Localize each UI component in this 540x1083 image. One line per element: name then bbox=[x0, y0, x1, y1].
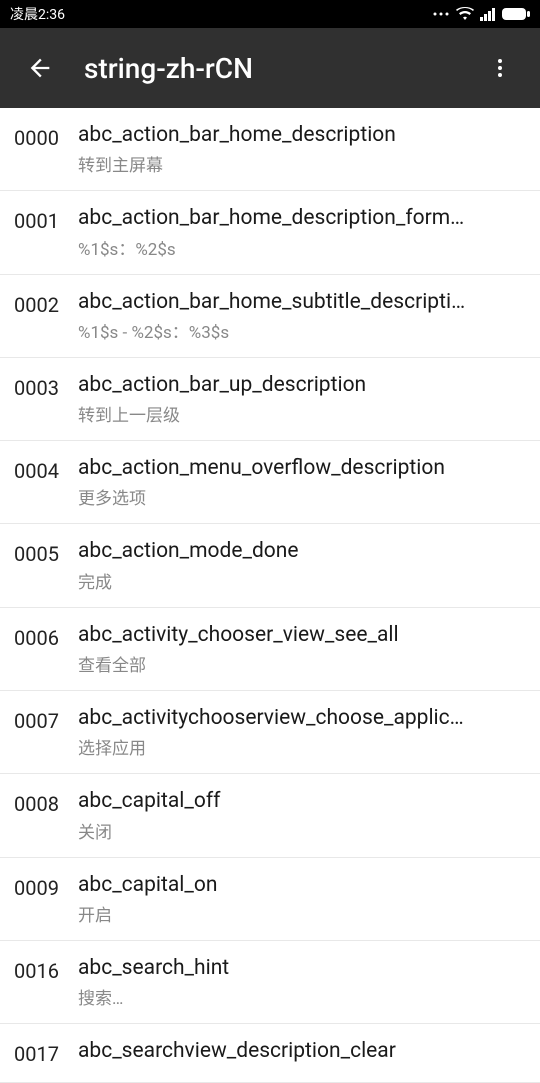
list-item[interactable]: 0017abc_searchview_description_clear bbox=[0, 1024, 540, 1082]
row-value: 开启 bbox=[78, 901, 526, 926]
list-item[interactable]: 0001abc_action_bar_home_description_form… bbox=[0, 191, 540, 274]
list-item[interactable]: 0002abc_action_bar_home_subtitle_descrip… bbox=[0, 275, 540, 358]
row-content: abc_activitychooserview_choose_applic…选择… bbox=[78, 705, 526, 759]
row-content: abc_search_hint搜索… bbox=[78, 955, 526, 1009]
overflow-menu-button[interactable] bbox=[476, 44, 524, 92]
row-content: abc_action_mode_done 完成 bbox=[78, 538, 526, 592]
list-item[interactable]: 0003abc_action_bar_up_description转到上一层级 bbox=[0, 358, 540, 441]
row-key: abc_capital_off bbox=[78, 788, 526, 815]
status-time: 凌晨2:36 bbox=[10, 4, 65, 24]
row-index: 0009 bbox=[14, 872, 78, 900]
row-index: 0000 bbox=[14, 122, 78, 150]
battery-icon bbox=[502, 7, 530, 21]
row-key: abc_action_mode_done bbox=[78, 538, 526, 565]
status-bar: 凌晨2:36 bbox=[0, 0, 540, 28]
more-dots-icon bbox=[432, 11, 450, 17]
row-value: 转到主屏幕 bbox=[78, 151, 526, 176]
list-item[interactable]: 0009abc_capital_on开启 bbox=[0, 858, 540, 941]
list-item[interactable]: 0000abc_action_bar_home_description转到主屏幕 bbox=[0, 108, 540, 191]
row-key: abc_action_bar_home_subtitle_descripti… bbox=[78, 289, 526, 316]
arrow-back-icon bbox=[26, 54, 54, 82]
app-bar: string-zh-rCN bbox=[0, 28, 540, 108]
more-vert-icon bbox=[488, 56, 512, 80]
row-content: abc_action_bar_home_subtitle_descripti…%… bbox=[78, 289, 526, 343]
list-item[interactable]: 0016abc_search_hint搜索… bbox=[0, 941, 540, 1024]
row-index: 0005 bbox=[14, 538, 78, 566]
back-button[interactable] bbox=[16, 44, 64, 92]
wifi-icon bbox=[456, 7, 474, 21]
list-item[interactable]: 0008abc_capital_off 关闭 bbox=[0, 774, 540, 857]
string-list: 0000abc_action_bar_home_description转到主屏幕… bbox=[0, 108, 540, 1083]
list-item[interactable]: 0005abc_action_mode_done 完成 bbox=[0, 524, 540, 607]
row-content: abc_activity_chooser_view_see_all查看全部 bbox=[78, 622, 526, 676]
row-value: 完成 bbox=[78, 568, 526, 593]
row-index: 0003 bbox=[14, 372, 78, 400]
row-index: 0001 bbox=[14, 205, 78, 233]
row-value: 搜索… bbox=[78, 984, 526, 1009]
row-key: abc_action_menu_overflow_description bbox=[78, 455, 526, 482]
row-key: abc_searchview_description_clear bbox=[78, 1038, 526, 1065]
row-index: 0017 bbox=[14, 1038, 78, 1066]
row-index: 0004 bbox=[14, 455, 78, 483]
row-content: abc_capital_off 关闭 bbox=[78, 788, 526, 842]
row-content: abc_capital_on开启 bbox=[78, 872, 526, 926]
row-content: abc_action_menu_overflow_description更多选项 bbox=[78, 455, 526, 509]
row-key: abc_action_bar_up_description bbox=[78, 372, 526, 399]
row-index: 0002 bbox=[14, 289, 78, 317]
row-value: %1$s - %2$s：%3$s bbox=[78, 318, 526, 343]
row-index: 0006 bbox=[14, 622, 78, 650]
row-content: abc_action_bar_home_description转到主屏幕 bbox=[78, 122, 526, 176]
row-key: abc_activitychooserview_choose_applic… bbox=[78, 705, 526, 732]
list-item[interactable]: 0004abc_action_menu_overflow_description… bbox=[0, 441, 540, 524]
row-value: 更多选项 bbox=[78, 484, 526, 509]
row-value: 选择应用 bbox=[78, 734, 526, 759]
row-index: 0016 bbox=[14, 955, 78, 983]
row-value: %1$s：%2$s bbox=[78, 235, 526, 260]
row-content: abc_action_bar_home_description_form… %1$… bbox=[78, 205, 526, 259]
status-icons bbox=[432, 7, 530, 21]
row-key: abc_activity_chooser_view_see_all bbox=[78, 622, 526, 649]
row-index: 0007 bbox=[14, 705, 78, 733]
list-item[interactable]: 0007abc_activitychooserview_choose_appli… bbox=[0, 691, 540, 774]
row-value: 查看全部 bbox=[78, 651, 526, 676]
row-key: abc_action_bar_home_description_form… bbox=[78, 205, 526, 232]
row-key: abc_capital_on bbox=[78, 872, 526, 899]
row-key: abc_search_hint bbox=[78, 955, 526, 982]
list-item[interactable]: 0006abc_activity_chooser_view_see_all查看全… bbox=[0, 608, 540, 691]
row-index: 0008 bbox=[14, 788, 78, 816]
row-key: abc_action_bar_home_description bbox=[78, 122, 526, 149]
signal-icon bbox=[480, 7, 496, 21]
page-title: string-zh-rCN bbox=[84, 52, 476, 85]
row-value: 转到上一层级 bbox=[78, 401, 526, 426]
row-content: abc_searchview_description_clear bbox=[78, 1038, 526, 1067]
row-content: abc_action_bar_up_description转到上一层级 bbox=[78, 372, 526, 426]
row-value: 关闭 bbox=[78, 818, 526, 843]
